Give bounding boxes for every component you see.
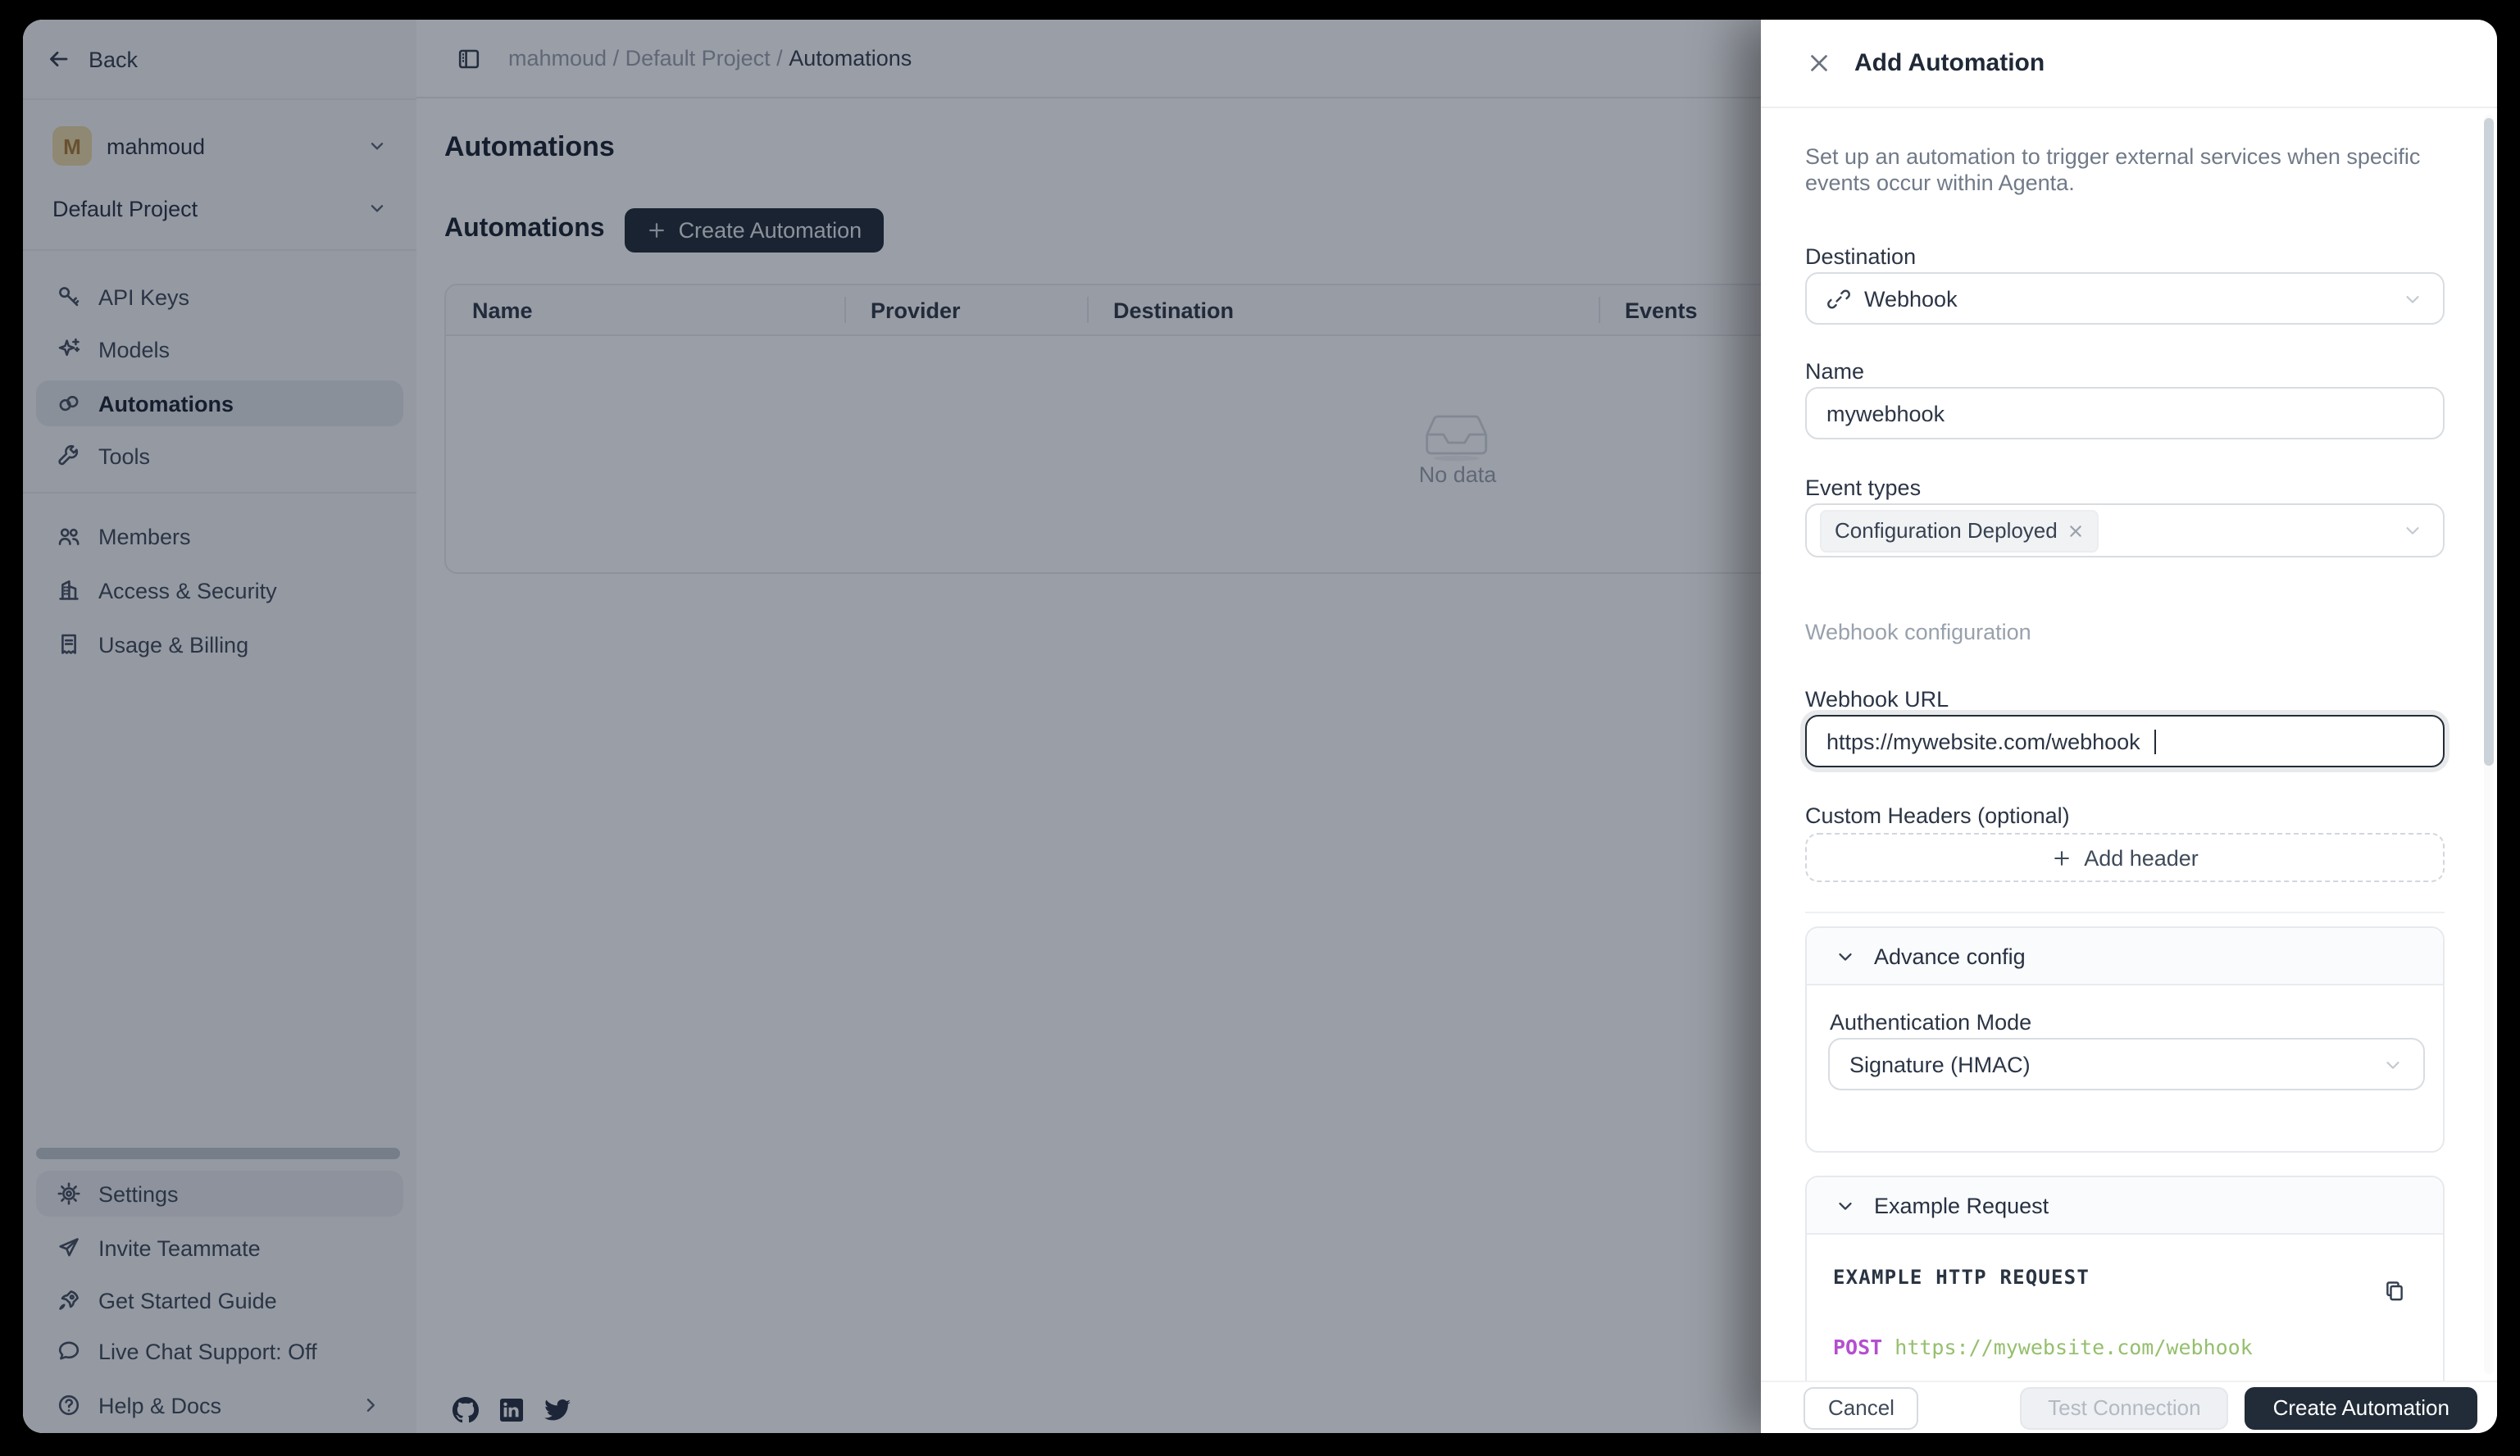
drawer-scrollbar bbox=[2484, 115, 2494, 1374]
name-value: mywebhook bbox=[1826, 401, 1945, 425]
add-header-button[interactable]: Add header bbox=[1805, 833, 2445, 882]
cancel-button[interactable]: Cancel bbox=[1804, 1386, 1919, 1429]
webhook-url-value: https://mywebsite.com/webhook bbox=[1826, 729, 2140, 753]
chevron-down-icon bbox=[2382, 1053, 2404, 1075]
name-label: Name bbox=[1805, 359, 1864, 384]
example-http-heading: EXAMPLE HTTP REQUEST bbox=[1833, 1266, 2090, 1289]
event-types-label: Event types bbox=[1805, 475, 1921, 500]
auth-mode-select[interactable]: Signature (HMAC) bbox=[1828, 1038, 2425, 1090]
drawer-description: Set up an automation to trigger external… bbox=[1805, 144, 2436, 195]
webhook-url-label: Webhook URL bbox=[1805, 687, 1949, 712]
drawer-header: Add Automation bbox=[1761, 20, 2497, 108]
test-connection-button[interactable]: Test Connection bbox=[2020, 1386, 2228, 1429]
drawer-footer: Cancel Test Connection Create Automation bbox=[1761, 1381, 2497, 1433]
advance-config-toggle[interactable]: Advance config bbox=[1807, 928, 2443, 985]
advance-config-title: Advance config bbox=[1874, 944, 2026, 968]
text-cursor bbox=[2155, 729, 2157, 753]
example-request-line: POST https://mywebsite.com/webhook bbox=[1833, 1335, 2253, 1359]
app-window: Back M mahmoud Default Project API Keys … bbox=[23, 20, 2497, 1433]
example-request-toggle[interactable]: Example Request bbox=[1807, 1177, 2443, 1235]
copy-icon[interactable] bbox=[2382, 1279, 2407, 1304]
chevron-down-icon bbox=[1835, 1194, 1856, 1216]
auth-mode-value: Signature (HMAC) bbox=[1849, 1052, 2031, 1076]
auth-mode-label: Authentication Mode bbox=[1830, 1010, 2031, 1035]
http-method: POST bbox=[1833, 1335, 1882, 1359]
webhook-url-input[interactable]: https://mywebsite.com/webhook bbox=[1805, 715, 2445, 767]
name-input[interactable]: mywebhook bbox=[1805, 387, 2445, 439]
close-icon[interactable] bbox=[1807, 51, 1831, 75]
chevron-down-icon bbox=[2402, 520, 2423, 541]
destination-select[interactable]: Webhook bbox=[1805, 272, 2445, 325]
chevron-down-icon bbox=[2402, 288, 2423, 309]
chevron-down-icon bbox=[1835, 945, 1856, 967]
scrollbar-thumb[interactable] bbox=[2484, 118, 2494, 766]
destination-label: Destination bbox=[1805, 244, 1916, 269]
event-types-select[interactable]: Configuration Deployed bbox=[1805, 503, 2445, 557]
http-url: https://mywebsite.com/webhook bbox=[1895, 1335, 2253, 1359]
plus-icon bbox=[2051, 847, 2072, 868]
drawer-title: Add Automation bbox=[1854, 49, 2045, 77]
advance-config-card: Advance config Authentication Mode Signa… bbox=[1805, 926, 2445, 1153]
drawer-body: Set up an automation to trigger external… bbox=[1761, 108, 2497, 1381]
link-icon bbox=[1826, 286, 1851, 311]
add-automation-drawer: Add Automation Set up an automation to t… bbox=[1761, 20, 2497, 1433]
desktop: Back M mahmoud Default Project API Keys … bbox=[0, 0, 2520, 1456]
custom-headers-label: Custom Headers (optional) bbox=[1805, 803, 2070, 828]
example-request-card: Example Request EXAMPLE HTTP REQUEST POS… bbox=[1805, 1176, 2445, 1381]
event-type-tag: Configuration Deployed bbox=[1820, 509, 2099, 552]
example-request-title: Example Request bbox=[1874, 1193, 2049, 1217]
tag-remove-icon[interactable] bbox=[2067, 522, 2084, 539]
create-automation-submit-button[interactable]: Create Automation bbox=[2245, 1386, 2477, 1429]
webhook-config-heading: Webhook configuration bbox=[1805, 620, 2031, 644]
destination-value: Webhook bbox=[1864, 286, 1958, 311]
